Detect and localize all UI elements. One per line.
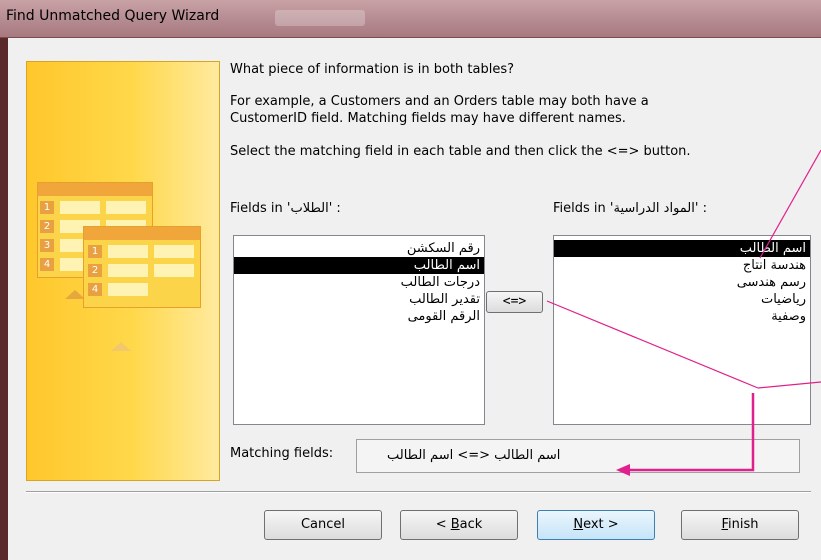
example-text-line2: CustomerID field. Matching fields may ha…: [230, 111, 626, 126]
list-item[interactable]: رسم هندسى: [554, 274, 810, 291]
art-number: 3: [40, 239, 54, 252]
question-text: What piece of information is in both tab…: [230, 62, 515, 77]
list-item[interactable]: درجات الطالب: [234, 274, 484, 291]
art-number: 4: [40, 258, 54, 271]
list-item[interactable]: الرقم القومى: [234, 308, 484, 325]
wizard-illustration: 1 2 3 4 1 2 4: [26, 61, 220, 481]
matching-fields-value: اسم الطالب <=> اسم الطالب: [387, 448, 561, 463]
list-item[interactable]: وصفية: [554, 308, 810, 325]
list-item[interactable]: رقم السكشن: [234, 240, 484, 257]
title-bar: Find Unmatched Query Wizard: [0, 0, 821, 38]
list-item-selected[interactable]: اسم الطالب: [234, 257, 484, 274]
left-fields-list[interactable]: رقم السكشن اسم الطالب درجات الطالب تقدير…: [233, 235, 485, 425]
next-button[interactable]: Next >: [537, 510, 655, 540]
finish-button[interactable]: Finish: [681, 510, 799, 540]
button-separator: [26, 491, 811, 493]
list-item[interactable]: هندسة انتاج: [554, 257, 810, 274]
list-item-selected[interactable]: اسم الطالب: [554, 240, 810, 257]
list-item[interactable]: تقدير الطالب: [234, 291, 484, 308]
art-number: 1: [88, 245, 102, 258]
cancel-button[interactable]: Cancel: [264, 510, 382, 540]
art-number: 2: [40, 220, 54, 233]
list-item[interactable]: رياضيات: [554, 291, 810, 308]
window-title: Find Unmatched Query Wizard: [6, 8, 220, 24]
match-fields-button[interactable]: <=>: [486, 291, 543, 313]
example-text-line1: For example, a Customers and an Orders t…: [230, 94, 649, 109]
wizard-dialog: 1 2 3 4 1 2 4 What piece of information …: [8, 38, 821, 560]
matching-fields-display: اسم الطالب <=> اسم الطالب: [356, 439, 800, 473]
art-number: 4: [88, 283, 102, 296]
left-list-label: Fields in 'الطلاب' :: [230, 201, 341, 216]
art-number: 2: [88, 264, 102, 277]
back-button[interactable]: < Back: [400, 510, 518, 540]
art-number: 1: [40, 201, 54, 214]
right-fields-list[interactable]: اسم الطالب هندسة انتاج رسم هندسى رياضيات…: [553, 235, 811, 425]
select-hint-text: Select the matching field in each table …: [230, 144, 691, 159]
illustration-arrow: [65, 290, 85, 299]
illustration-arrow: [111, 342, 131, 351]
illustration-front-table: 1 2 4: [83, 226, 201, 308]
title-bar-blur: [275, 10, 365, 26]
right-list-label: Fields in 'المواد الدراسية' :: [553, 201, 707, 216]
matching-fields-label: Matching fields:: [230, 446, 334, 461]
